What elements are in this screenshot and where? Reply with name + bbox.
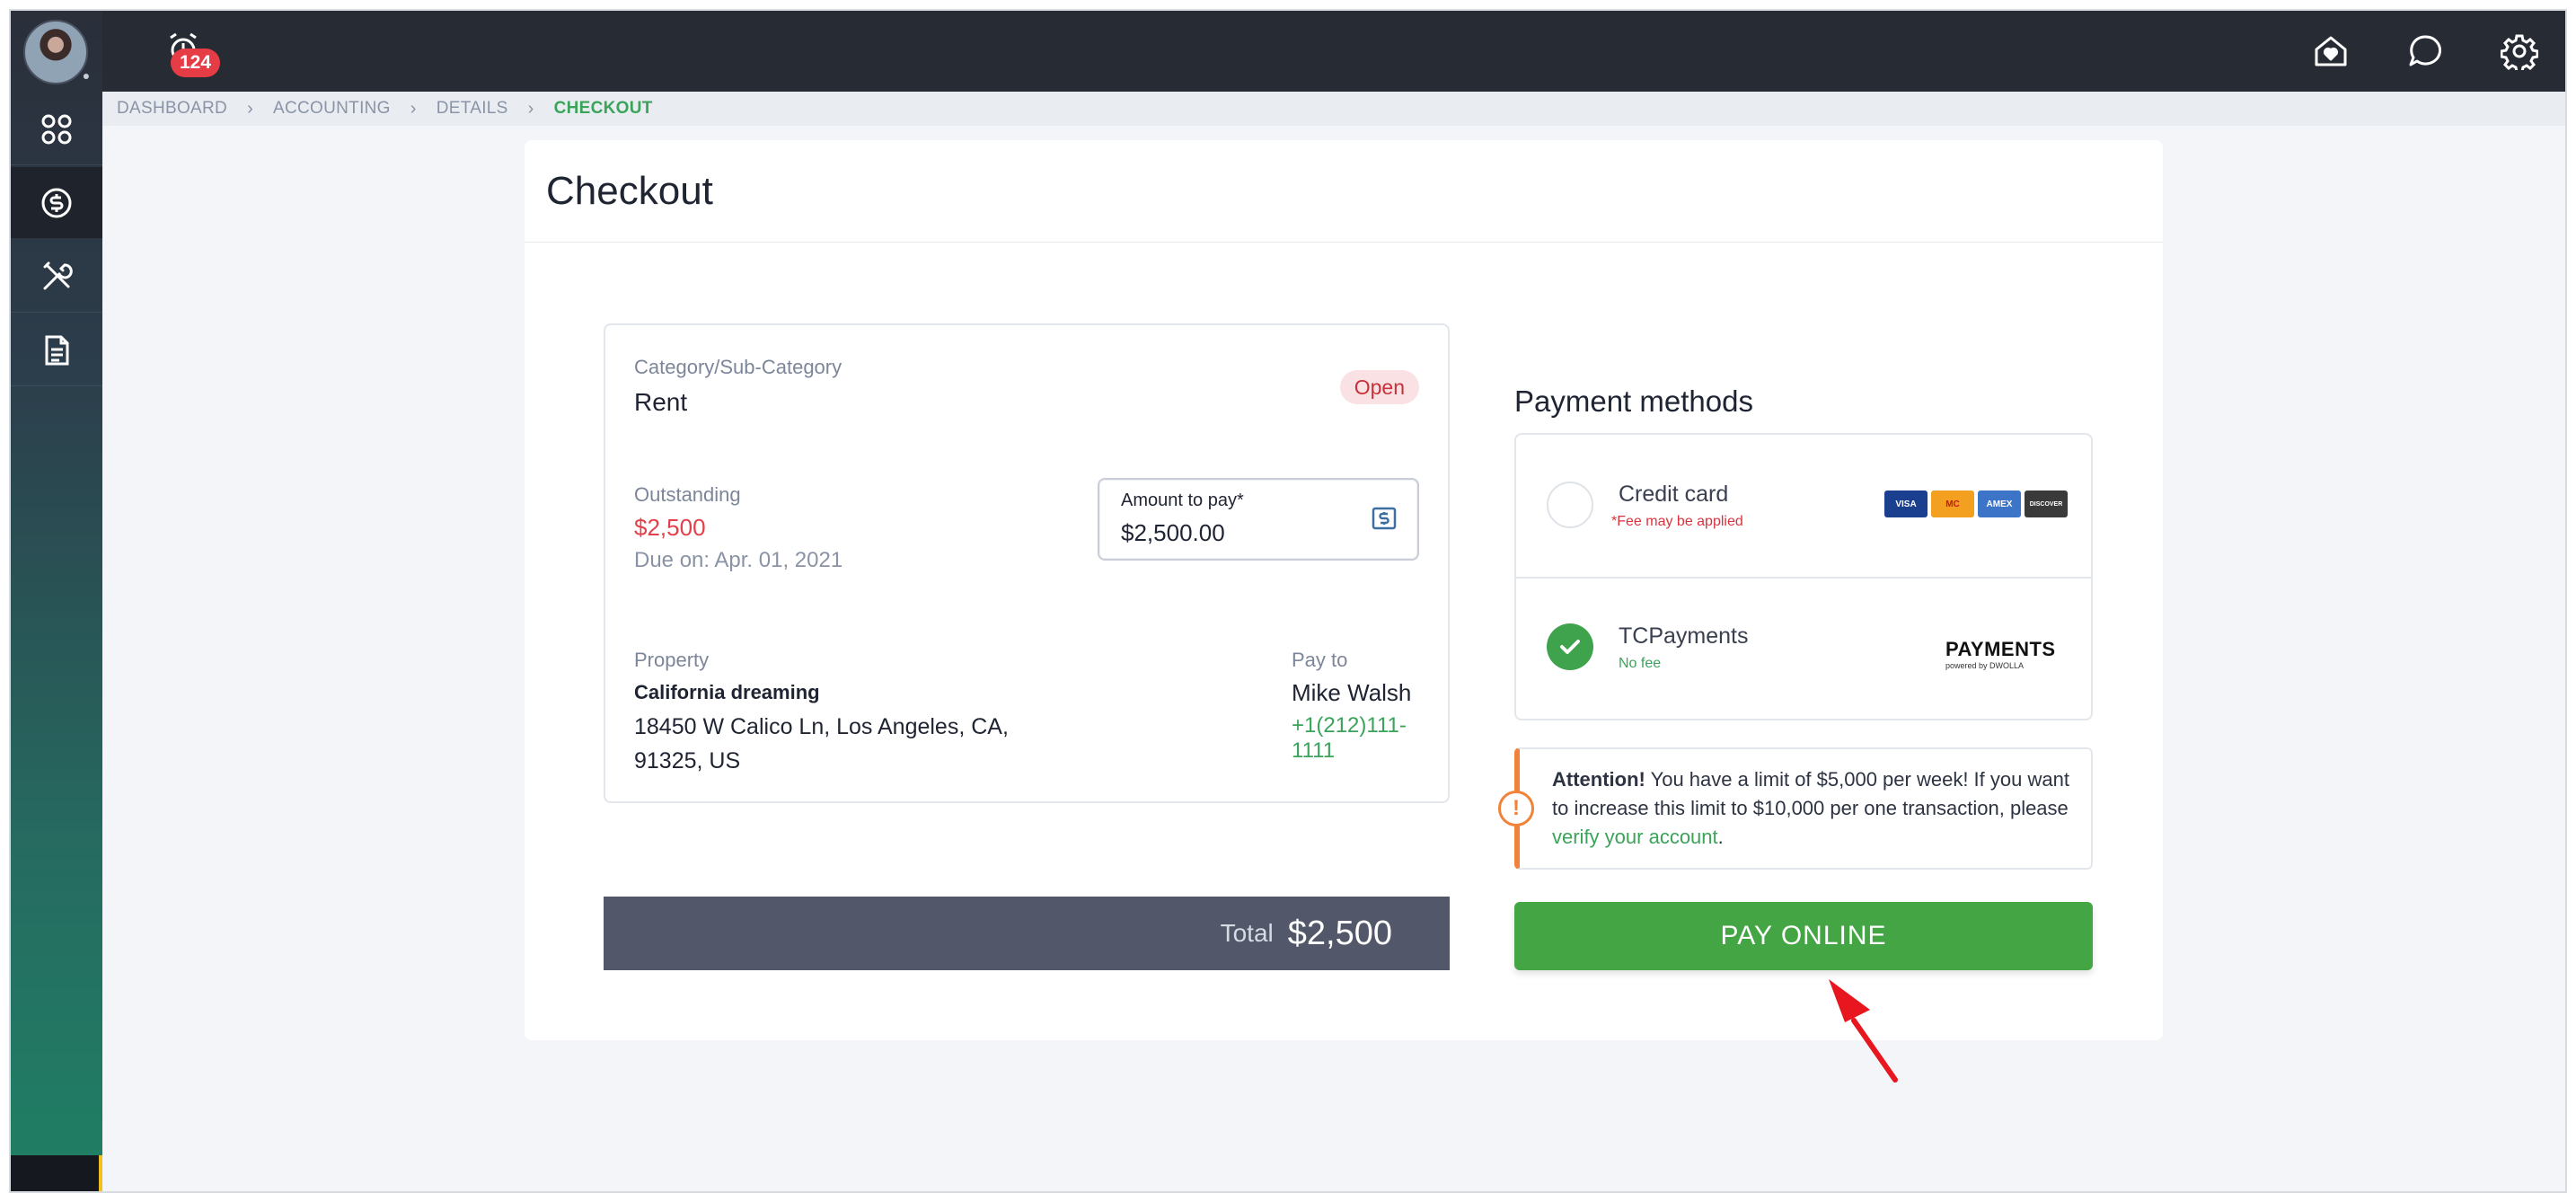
property-address: 18450 W Calico Ln, Los Angeles, CA, 9132… (634, 714, 1009, 773)
payment-option-credit-card[interactable]: Credit card *Fee may be applied VISA MC … (1516, 435, 2091, 577)
attention-end: . (1717, 826, 1724, 848)
status-badge: Open (1339, 370, 1419, 404)
due-label: Due on: (634, 548, 710, 572)
chevron-right-icon: › (247, 98, 254, 119)
user-avatar[interactable]: ● (23, 20, 90, 84)
due-date: Due on: Apr. 01, 2021 (634, 548, 842, 573)
chat-icon[interactable] (2406, 32, 2444, 70)
credit-card-radio[interactable] (1547, 482, 1593, 528)
chevron-right-icon: › (527, 98, 534, 119)
attention-alert: ! Attention! You have a limit of $5,000 … (1498, 747, 2093, 870)
total-bar: Total $2,500 (604, 897, 1450, 970)
payment-option-tcpayments[interactable]: TCPayments No fee PAYMENTS powered by DW… (1516, 577, 2091, 719)
amount-input[interactable]: $2,500.00 (1121, 519, 1225, 547)
sidebar-item-documents[interactable] (11, 314, 102, 386)
pin-icon: ● (82, 68, 91, 83)
top-bar: 124 (102, 11, 2565, 92)
home-heart-icon[interactable] (2312, 32, 2350, 70)
category-value: Rent (634, 388, 688, 416)
pay-to-name: Mike Walsh (1292, 679, 1412, 706)
mastercard-logo-icon: MC (1931, 491, 1974, 517)
sidebar-item-dashboard[interactable] (11, 93, 102, 165)
payments-dwolla-logo: PAYMENTS powered by DWOLLA (1945, 623, 2068, 672)
card-brand-logos: VISA MC AMEX DISCOVER (1884, 491, 2068, 517)
sidebar-footer (11, 1155, 102, 1191)
property-label: Property (634, 649, 710, 671)
tcpayments-radio-checked[interactable] (1547, 623, 1593, 670)
payment-methods-title: Payment methods (1514, 384, 1753, 418)
verify-account-link[interactable]: verify your account (1552, 826, 1718, 848)
credit-card-fee-note: *Fee may be applied (1611, 514, 1743, 529)
pay-to-label: Pay to (1292, 649, 1348, 671)
payments-logo-word: PAYMENTS (1945, 638, 2056, 660)
checkmark-icon (1560, 640, 1580, 654)
gear-icon[interactable] (2501, 32, 2538, 70)
breadcrumb-accounting[interactable]: ACCOUNTING (273, 99, 391, 119)
breadcrumb-checkout: CHECKOUT (553, 99, 653, 118)
credit-card-label: Credit card (1619, 482, 1729, 507)
pay-online-button[interactable]: PAY ONLINE (1514, 902, 2093, 970)
notification-count-badge: 124 (171, 49, 221, 77)
attention-bold: Attention! (1552, 768, 1645, 791)
exclamation-icon: ! (1498, 791, 1534, 826)
breadcrumb: DASHBOARD › ACCOUNTING › DETAILS › CHECK… (102, 92, 2565, 126)
tcpayments-label: TCPayments (1619, 623, 1749, 649)
sidebar-item-maintenance[interactable] (11, 241, 102, 313)
amex-logo-icon: AMEX (1978, 491, 2021, 517)
breadcrumb-details[interactable]: DETAILS (437, 99, 508, 119)
red-pointer-arrow-icon (1829, 979, 1898, 1083)
checkout-card: Checkout Category/Sub-Category Rent Open… (525, 140, 2163, 1083)
discover-logo-icon: DISCOVER (2025, 491, 2068, 517)
visa-logo-icon: VISA (1884, 491, 1928, 517)
due-date-value: Apr. 01, 2021 (714, 548, 843, 572)
outstanding-label: Outstanding (634, 483, 741, 506)
property-name: California dreaming (634, 681, 820, 703)
attention-text: Attention! You have a limit of $5,000 pe… (1552, 765, 2071, 852)
card-header: Checkout (525, 140, 2163, 243)
pay-to-phone[interactable]: +1(212)111-1111 (1292, 713, 1448, 764)
invoice-summary: Category/Sub-Category Rent Open Outstand… (604, 323, 1450, 803)
page-title: Checkout (546, 168, 713, 213)
dollar-bill-icon (1372, 507, 1397, 530)
sidebar: ● (11, 11, 102, 1191)
chevron-right-icon: › (410, 98, 417, 119)
category-label: Category/Sub-Category (634, 356, 842, 378)
document-icon (45, 335, 69, 365)
tcpayments-fee-note: No fee (1619, 656, 1662, 671)
dollar-coin-icon (41, 188, 72, 217)
total-label: Total (1220, 919, 1274, 947)
app-window: ● 124 DASHBOARD › ACCOUNTING › DETAILS ›… (9, 9, 2567, 1193)
breadcrumb-dashboard[interactable]: DASHBOARD (117, 99, 227, 119)
tools-icon (43, 261, 73, 289)
payments-logo-sub: powered by DWOLLA (1945, 661, 2025, 670)
amount-label: Amount to pay* (1121, 491, 1244, 510)
payment-methods-list: Credit card *Fee may be applied VISA MC … (1514, 433, 2093, 720)
amount-to-pay-field[interactable]: Amount to pay* $2,500.00 (1098, 478, 1419, 561)
outstanding-value: $2,500 (634, 514, 706, 541)
dashboard-grid-icon (41, 114, 72, 144)
total-value: $2,500 (1287, 914, 1392, 952)
sidebar-item-accounting[interactable] (11, 167, 102, 239)
